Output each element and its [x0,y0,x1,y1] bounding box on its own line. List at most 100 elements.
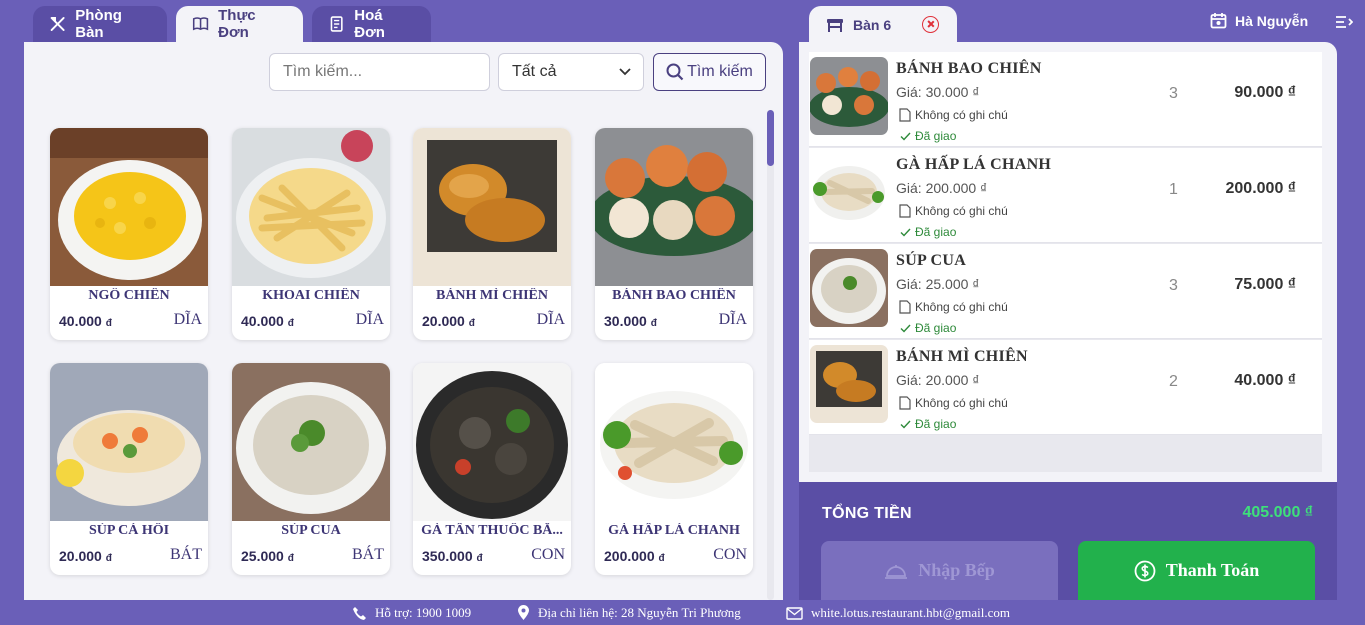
summary-panel: TỔNG TIỀN 405.000 ₫ Nhập Bếp Thanh Toán [799,482,1337,600]
order-item-price: Giá: 30.000 ₫ [896,84,980,100]
calendar-icon [1210,13,1227,29]
scroll-thumb[interactable] [767,110,774,166]
menu-item-price: 40.000 đ [241,313,294,329]
order-thumb [810,153,888,231]
tab-label: Thực Đơn [218,7,256,41]
menu-item-unit: DĨA [536,311,565,328]
cloche-icon [885,564,908,579]
phone-icon [353,606,366,620]
menu-item-name: SÚP CUA [281,523,341,538]
tab-label: Phòng Bàn [75,7,122,41]
tab-ban[interactable]: Bàn 6 [809,6,957,44]
search-icon [666,63,684,81]
book-icon [192,17,209,31]
file-icon [899,396,911,410]
menu-item-card[interactable]: BÁNH MÌ CHIÊN 20.000 đ DĨA [413,128,571,340]
menu-item-unit: BÁT [170,546,202,563]
order-item-name: SÚP CUA [896,252,967,269]
order-thumb [810,345,888,423]
menu-item-name: SÚP CÁ HỒI [88,523,170,538]
order-item-qty[interactable]: 2 [1169,373,1178,391]
search-button-label: Tìm kiếm [687,63,753,80]
send-kitchen-button[interactable]: Nhập Bếp [821,541,1058,600]
menu-item-price: 30.000 đ [604,313,657,329]
menu-item-price: 350.000 đ [422,548,483,564]
order-row[interactable]: BÁNH BAO CHIÊN Giá: 30.000 ₫ Không có gh… [809,52,1322,147]
envelope-icon [786,606,803,620]
menu-item-unit: DĨA [718,311,747,328]
order-item-total: 75.000 ₫ [1234,276,1296,293]
tab-hoa-don[interactable]: Hoá Đơn [312,6,431,42]
menu-item-name: NGÔ CHIÊN [88,288,170,303]
file-icon [899,108,911,122]
menu-item-price: 20.000 đ [422,313,475,329]
footer-email[interactable]: white.lotus.restaurant.hbt@gmail.com [786,605,1010,621]
category-select[interactable]: Tất cả [498,53,644,91]
footer-support: Hỗ trợ: 1900 1009 [352,605,471,621]
food-image [595,128,753,286]
order-item-note: Không có ghi chú [899,300,1008,314]
user-name: Hà Nguyễn [1235,12,1309,29]
tab-label: Hoá Đơn [354,7,385,41]
footer-bar: Hỗ trợ: 1900 1009 Địa chỉ liên hệ: 28 Ng… [0,600,1365,625]
receipt-icon [330,16,343,32]
food-image [413,363,571,521]
order-panel: BÁNH BAO CHIÊN Giá: 30.000 ₫ Không có gh… [799,42,1337,482]
order-item-note: Không có ghi chú [899,204,1008,218]
total-value: 405.000 ₫ [1242,504,1314,521]
food-image [50,128,208,286]
order-item-status: Đã giao [900,417,956,431]
menu-item-card[interactable]: BÁNH BAO CHIÊN 30.000 đ DĨA [595,128,753,340]
menu-item-card[interactable]: SÚP CUA 25.000 đ BÁT [232,363,390,575]
order-item-price: Giá: 20.000 ₫ [896,372,980,388]
menu-item-name: GÀ HẤP LÁ CHANH [608,523,740,538]
pay-button[interactable]: Thanh Toán [1078,541,1315,600]
check-icon [900,324,911,333]
utensils-icon [50,17,65,31]
order-thumb [810,249,888,327]
order-item-total: 200.000 ₫ [1225,180,1297,197]
order-row[interactable]: GÀ HẤP LÁ CHANH Giá: 200.000 ₫ Không có … [809,148,1322,243]
order-item-status: Đã giao [900,225,956,239]
menu-item-card[interactable]: KHOAI CHIÊN 40.000 đ DĨA [232,128,390,340]
menu-item-card[interactable]: SÚP CÁ HỒI 20.000 đ BÁT [50,363,208,575]
menu-item-unit: CON [531,546,565,563]
scrollbar[interactable] [767,110,774,600]
dollar-icon [1134,560,1156,581]
order-item-price: Giá: 200.000 ₫ [896,180,988,196]
user-info[interactable]: Hà Nguyễn [1210,12,1308,29]
order-item-qty[interactable]: 1 [1169,181,1178,199]
menu-item-card[interactable]: NGÔ CHIÊN 40.000 đ DĨA [50,128,208,340]
menu-item-card[interactable]: GÀ TẦN THUỐC BẮ... 350.000 đ CON [413,363,571,575]
menu-item-unit: DĨA [355,311,384,328]
tab-thuc-don[interactable]: Thực Đơn [176,6,303,42]
order-row[interactable]: SÚP CUA Giá: 25.000 ₫ Không có ghi chú Đ… [809,244,1322,339]
order-item-total: 40.000 ₫ [1234,372,1296,389]
tab-phong-ban[interactable]: Phòng Bàn [33,6,167,42]
menu-item-card[interactable]: GÀ HẤP LÁ CHANH 200.000 đ CON [595,363,753,575]
pay-label: Thanh Toán [1165,560,1260,580]
menu-item-price: 40.000 đ [59,313,112,329]
order-item-name: BÁNH BAO CHIÊN [896,60,1042,77]
order-item-qty[interactable]: 3 [1169,85,1178,103]
table-icon [827,19,843,32]
menu-item-price: 25.000 đ [241,548,294,564]
search-button[interactable]: Tìm kiếm [653,53,766,91]
order-thumb [810,57,888,135]
order-list: BÁNH BAO CHIÊN Giá: 30.000 ₫ Không có gh… [809,52,1322,472]
location-pin-icon [518,605,529,620]
check-icon [900,420,911,429]
order-row[interactable]: BÁNH MÌ CHIÊN Giá: 20.000 ₫ Không có ghi… [809,340,1322,435]
menu-toggle-icon[interactable] [1335,14,1353,30]
order-item-note: Không có ghi chú [899,108,1008,122]
close-icon[interactable] [922,16,939,33]
menu-item-unit: DĨA [173,311,202,328]
order-item-qty[interactable]: 3 [1169,277,1178,295]
food-image [50,363,208,521]
order-item-name: BÁNH MÌ CHIÊN [896,348,1028,365]
search-input[interactable] [269,53,490,91]
order-item-status: Đã giao [900,129,956,143]
order-item-price: Giá: 25.000 ₫ [896,276,980,292]
order-item-total: 90.000 ₫ [1234,84,1296,101]
send-kitchen-label: Nhập Bếp [918,560,995,580]
